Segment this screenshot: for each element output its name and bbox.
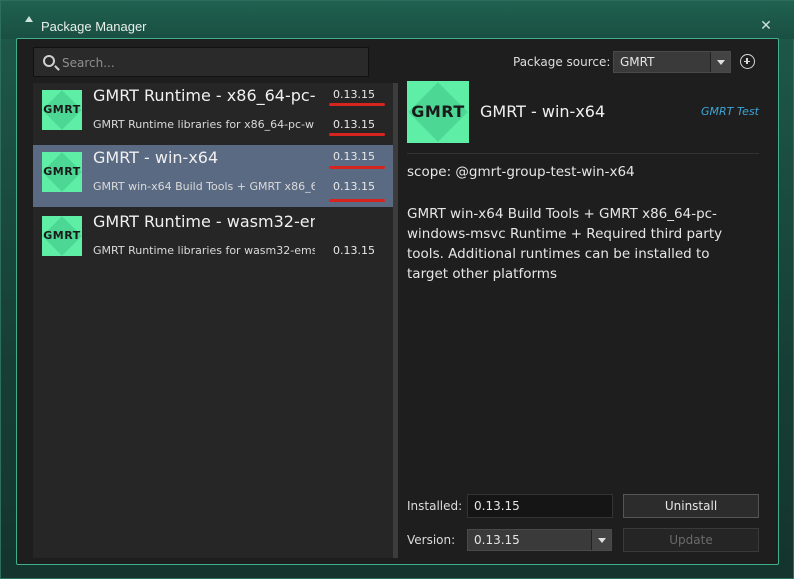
- version-label: Version:: [407, 533, 456, 547]
- package-version-latest: 0.13.15: [333, 88, 375, 101]
- package-manager-window: Package Manager ✕ Package source: GMRT G…: [0, 0, 794, 579]
- update-button[interactable]: Update: [623, 528, 759, 552]
- version-dropdown[interactable]: 0.13.15: [467, 529, 612, 551]
- chevron-down-icon[interactable]: [591, 530, 611, 550]
- uninstall-button[interactable]: Uninstall: [623, 494, 759, 518]
- search-icon: [43, 55, 55, 67]
- detail-package-name: GMRT - win-x64: [480, 102, 606, 121]
- annotation-underline: [329, 199, 385, 202]
- search-input[interactable]: [62, 53, 352, 73]
- package-name: GMRT - win-x64: [93, 148, 219, 167]
- version-value: 0.13.15: [474, 533, 520, 547]
- gmrt-logo-icon: GMRT: [407, 81, 469, 143]
- package-list-item[interactable]: GMRT GMRT Runtime - wasm32-emscripten GM…: [33, 209, 393, 271]
- package-version-installed: 0.13.15: [333, 118, 375, 131]
- collapse-arrow-icon[interactable]: [25, 16, 33, 22]
- close-icon[interactable]: ✕: [759, 19, 773, 33]
- annotation-underline: [329, 166, 385, 169]
- divider: [407, 153, 759, 154]
- package-list-item[interactable]: GMRT GMRT Runtime - x86_64-pc-windows-ms…: [33, 83, 393, 145]
- installed-label: Installed:: [407, 499, 463, 513]
- main-panel: Package source: GMRT GMRT GMRT Runtime -…: [16, 38, 779, 565]
- package-name: GMRT Runtime - x86_64-pc-windows-msvc: [93, 86, 315, 105]
- annotation-underline: [329, 133, 385, 136]
- gmrt-logo-icon: GMRT: [42, 152, 82, 192]
- detail-description: GMRT win-x64 Build Tools + GMRT x86_64-p…: [407, 206, 723, 282]
- package-description: GMRT Runtime libraries for wasm32-emscri…: [93, 244, 315, 257]
- package-version-installed: 0.13.15: [333, 244, 375, 257]
- add-source-icon[interactable]: [740, 54, 755, 69]
- detail-source-link[interactable]: GMRT Test: [677, 105, 759, 118]
- package-source-label: Package source:: [513, 55, 611, 69]
- package-source-dropdown[interactable]: GMRT: [613, 51, 731, 73]
- list-splitter[interactable]: [393, 83, 398, 558]
- package-version-installed: 0.13.15: [333, 180, 375, 193]
- package-list-item-selected[interactable]: GMRT GMRT - win-x64 GMRT win-x64 Build T…: [33, 145, 393, 207]
- package-source-value: GMRT: [620, 55, 655, 69]
- annotation-underline: [329, 103, 385, 106]
- installed-version-value: 0.13.15: [474, 499, 520, 513]
- package-description: GMRT Runtime libraries for x86_64-pc-win…: [93, 118, 315, 131]
- package-list: GMRT GMRT Runtime - x86_64-pc-windows-ms…: [33, 83, 393, 558]
- gmrt-logo-icon: GMRT: [42, 90, 82, 130]
- package-name: GMRT Runtime - wasm32-emscripten: [93, 212, 315, 231]
- detail-scope: scope: @gmrt-group-test-win-x64: [407, 164, 635, 180]
- window-title: Package Manager: [41, 19, 147, 34]
- chevron-down-icon[interactable]: [710, 52, 730, 72]
- package-version-latest: 0.13.15: [333, 150, 375, 163]
- installed-version-field: 0.13.15: [467, 494, 613, 518]
- title-bar[interactable]: Package Manager ✕: [1, 1, 794, 39]
- search-box[interactable]: [33, 47, 369, 77]
- package-description: GMRT win-x64 Build Tools + GMRT x86_64-p…: [93, 180, 315, 193]
- gmrt-logo-icon: GMRT: [42, 216, 82, 256]
